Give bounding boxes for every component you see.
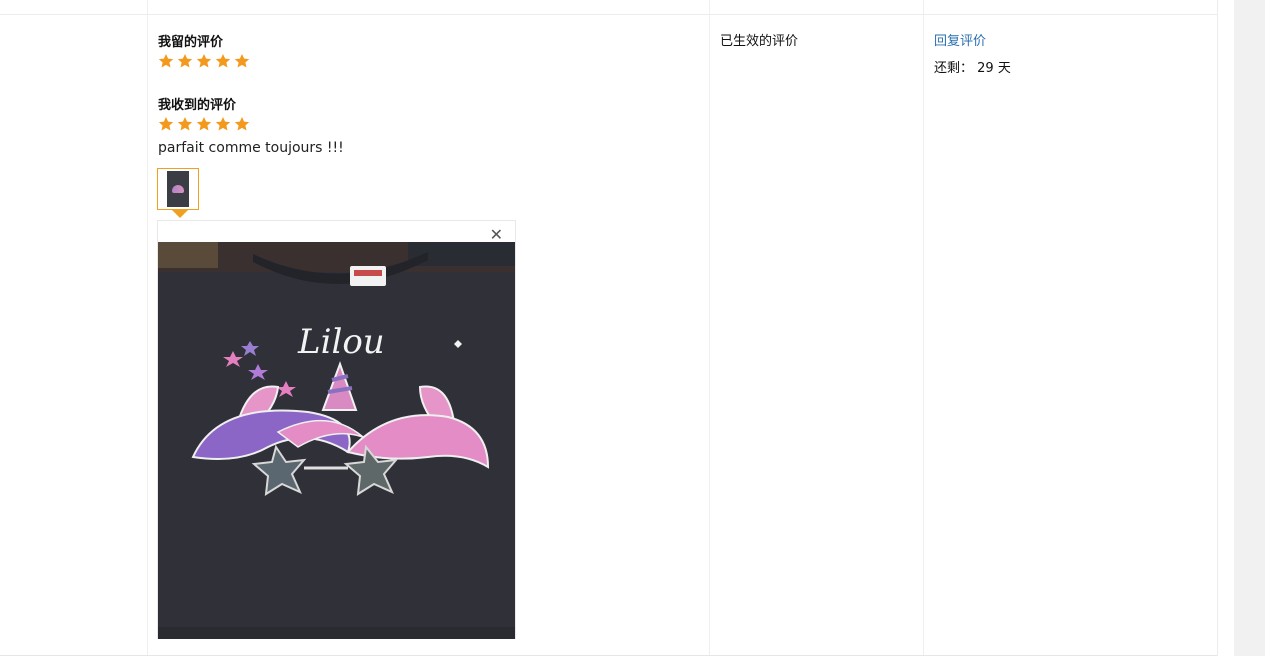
close-icon[interactable]: ✕ <box>490 227 503 243</box>
shirt-print-text: Lilou <box>297 322 385 362</box>
my-rating-stars <box>158 53 253 69</box>
column-divider <box>709 0 710 656</box>
star-icon <box>234 117 250 131</box>
column-divider <box>147 0 148 656</box>
star-icon <box>196 117 212 131</box>
review-photo-thumbnail[interactable] <box>157 168 199 210</box>
received-review-heading: 我收到的评价 <box>158 98 237 113</box>
star-icon <box>234 54 250 68</box>
thumbnail-image <box>167 171 189 207</box>
table-top-border <box>0 14 1217 15</box>
star-icon <box>215 54 231 68</box>
remaining-label: 还剩： <box>934 61 974 76</box>
star-icon <box>215 117 231 131</box>
review-status: 已生效的评价 <box>720 34 799 49</box>
review-photo: Lilou <box>158 242 515 639</box>
star-icon <box>177 54 193 68</box>
thumbnail-pointer <box>172 210 188 218</box>
review-comment: parfait comme toujours !!! <box>158 140 344 156</box>
column-divider <box>923 0 924 656</box>
received-rating-stars <box>158 116 253 132</box>
my-review-heading: 我留的评价 <box>158 35 224 50</box>
remaining-time: 还剩： 29 天 <box>934 57 1011 76</box>
photo-viewer: ✕ Lilou <box>157 220 516 639</box>
star-icon <box>158 117 174 131</box>
star-icon <box>196 54 212 68</box>
star-icon <box>158 54 174 68</box>
remaining-days: 29 天 <box>977 61 1011 76</box>
star-icon <box>177 117 193 131</box>
page-scrollbar[interactable] <box>1234 0 1265 656</box>
reply-review-link[interactable]: 回复评价 <box>934 30 986 49</box>
